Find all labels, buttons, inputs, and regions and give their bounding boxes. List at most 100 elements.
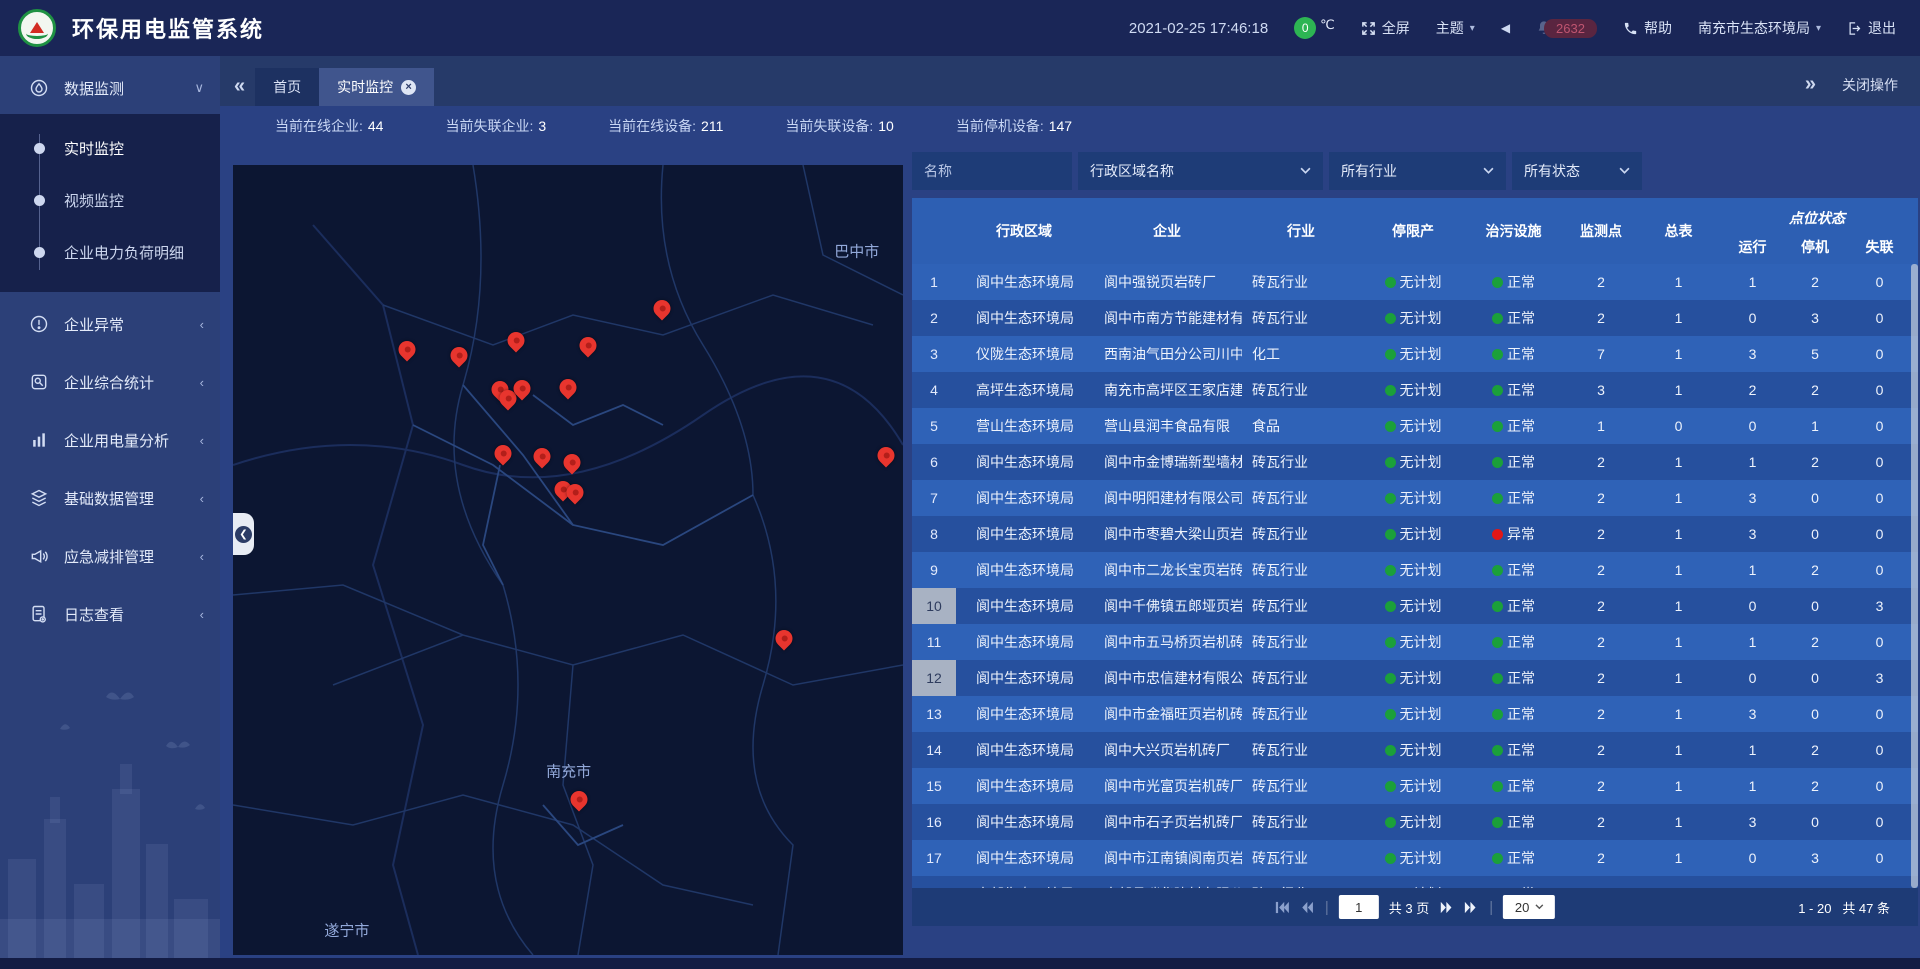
table-row[interactable]: 6阆中生态环境局阆中市金博瑞新型墙材砖瓦行业无计划正常21120 <box>912 444 1918 480</box>
status-dot-icon <box>1385 853 1396 864</box>
cell-rownum: 14 <box>912 732 956 768</box>
table-row[interactable]: 5营山生态环境局营山县润丰食品有限食品无计划正常10010 <box>912 408 1918 444</box>
cell-facility-status: 正常 <box>1466 840 1561 876</box>
cell-region: 阆中生态环境局 <box>956 588 1092 624</box>
sidebar-item-基础数据管理[interactable]: 基础数据管理‹ <box>0 472 220 524</box>
table-row[interactable]: 2阆中生态环境局阆中市南方节能建材有砖瓦行业无计划正常21030 <box>912 300 1918 336</box>
tab-realtime-monitor[interactable]: 实时监控 × <box>319 68 434 106</box>
col-group-point-status: 点位状态 运行 停机 失联 <box>1716 198 1918 264</box>
cell-plan-status: 无计划 <box>1360 732 1466 768</box>
cell-lost-count: 0 <box>1841 804 1918 840</box>
last-page-button[interactable] <box>1464 901 1479 914</box>
tab-home[interactable]: 首页 <box>255 68 319 106</box>
page-size-select[interactable]: 20 <box>1503 895 1555 919</box>
cell-total-meter: 1 <box>1641 300 1716 336</box>
table-row[interactable]: 3仪陇生态环境局西南油气田分公司川中化工无计划正常71350 <box>912 336 1918 372</box>
status-select[interactable]: 所有状态 <box>1512 152 1642 190</box>
sidebar-item-企业异常[interactable]: 企业异常‹ <box>0 298 220 350</box>
table-row[interactable]: 7阆中生态环境局阆中明阳建材有限公司砖瓦行业无计划正常21300 <box>912 480 1918 516</box>
cell-facility-status: 正常 <box>1466 660 1561 696</box>
sidebar-item-企业综合统计[interactable]: 企业综合统计‹ <box>0 356 220 408</box>
cell-run-count: 1 <box>1716 768 1789 804</box>
cell-industry: 砖瓦行业 <box>1242 588 1360 624</box>
map[interactable]: ❮ 巴中市南充市遂宁市 <box>233 165 903 955</box>
table-row[interactable]: 10阆中生态环境局阆中千佛镇五郎垭页岩砖瓦行业无计划正常21003 <box>912 588 1918 624</box>
cell-total-meter: 0 <box>1641 408 1716 444</box>
col-plan: 停限产 <box>1360 198 1466 264</box>
sidebar-item-企业用电量分析[interactable]: 企业用电量分析‹ <box>0 414 220 466</box>
prev-page-button[interactable] <box>1300 901 1315 914</box>
map-collapse-handle[interactable]: ❮ <box>233 513 254 555</box>
range-summary: 1 - 20 共 47 条 <box>1798 898 1890 917</box>
map-city-label: 遂宁市 <box>324 919 369 940</box>
org-menu[interactable]: 南充市生态环境局 ▾ <box>1698 18 1821 38</box>
help-button[interactable]: 帮助 <box>1623 18 1672 38</box>
table-row[interactable]: 11阆中生态环境局阆中市五马桥页岩机砖砖瓦行业无计划正常21120 <box>912 624 1918 660</box>
cell-lost-count: 0 <box>1841 444 1918 480</box>
industry-select[interactable]: 所有行业 <box>1329 152 1506 190</box>
cell-industry: 砖瓦行业 <box>1242 804 1360 840</box>
cell-lost-count: 0 <box>1841 300 1918 336</box>
cell-facility-status: 正常 <box>1466 408 1561 444</box>
table-row[interactable]: 8阆中生态环境局阆中市枣碧大梁山页岩砖瓦行业无计划异常21300 <box>912 516 1918 552</box>
table-row[interactable]: 18南部生态环境局南部县瑞华建材有限公砖瓦行业无计划正常21030 <box>912 876 1918 888</box>
cell-monitor-count: 2 <box>1561 300 1641 336</box>
sidebar-subitem-视频监控[interactable]: 视频监控 <box>0 174 220 226</box>
table-row[interactable]: 15阆中生态环境局阆中市光富页岩机砖厂砖瓦行业无计划正常21120 <box>912 768 1918 804</box>
sidebar-item-数据监测[interactable]: 数据监测∨ <box>0 62 220 114</box>
region-select[interactable]: 行政区域名称 <box>1078 152 1323 190</box>
speaker-icon[interactable]: ◀ <box>1501 21 1510 35</box>
cell-stop-count: 0 <box>1789 660 1841 696</box>
exit-button[interactable]: 退出 <box>1847 18 1896 38</box>
table-row[interactable]: 17阆中生态环境局阆中市江南镇阆南页岩砖瓦行业无计划正常21030 <box>912 840 1918 876</box>
cell-monitor-count: 3 <box>1561 372 1641 408</box>
fullscreen-button[interactable]: 全屏 <box>1361 18 1410 38</box>
sidebar-item-日志查看[interactable]: 日志查看‹ <box>0 588 220 640</box>
cell-lost-count: 3 <box>1841 588 1918 624</box>
region-select-value: 行政区域名称 <box>1090 161 1300 181</box>
cell-stop-count: 0 <box>1789 516 1841 552</box>
close-operations-button[interactable]: 关闭操作 <box>1842 75 1898 95</box>
cell-facility-status: 正常 <box>1466 876 1561 888</box>
cell-industry: 砖瓦行业 <box>1242 624 1360 660</box>
first-page-button[interactable] <box>1275 901 1290 914</box>
table-row[interactable]: 13阆中生态环境局阆中市金福旺页岩机砖砖瓦行业无计划正常21300 <box>912 696 1918 732</box>
sidebar-item-label: 企业用电量分析 <box>64 430 200 451</box>
cell-company: 营山县润丰食品有限 <box>1092 408 1242 444</box>
status-dot-icon <box>1492 601 1503 612</box>
table-scrollbar[interactable] <box>1911 264 1918 888</box>
bar-chart-icon <box>28 430 50 450</box>
status-dot-icon <box>1385 313 1396 324</box>
table-row[interactable]: 1阆中生态环境局阆中强锐页岩砖厂砖瓦行业无计划正常21120 <box>912 264 1918 300</box>
table-row[interactable]: 9阆中生态环境局阆中市二龙长宝页岩砖砖瓦行业无计划正常21120 <box>912 552 1918 588</box>
table-row[interactable]: 14阆中生态环境局阆中大兴页岩机砖厂砖瓦行业无计划正常21120 <box>912 732 1918 768</box>
cell-facility-status: 正常 <box>1466 732 1561 768</box>
table-row[interactable]: 16阆中生态环境局阆中市石子页岩机砖厂砖瓦行业无计划正常21300 <box>912 804 1918 840</box>
cell-stop-count: 0 <box>1789 588 1841 624</box>
cell-region: 阆中生态环境局 <box>956 516 1092 552</box>
theme-menu[interactable]: 主题 ▾ <box>1436 18 1475 38</box>
tabs-scroll-left-icon[interactable]: « <box>220 75 255 106</box>
cell-lost-count: 0 <box>1841 372 1918 408</box>
name-search-input[interactable]: 名称 <box>912 152 1072 190</box>
notifications[interactable]: 2632 <box>1536 19 1597 38</box>
cell-plan-status: 无计划 <box>1360 804 1466 840</box>
sidebar-item-应急减排管理[interactable]: 应急减排管理‹ <box>0 530 220 582</box>
stat-item: 当前在线企业:44 <box>275 116 383 136</box>
table-row[interactable]: 12阆中生态环境局阆中市忠信建材有限公砖瓦行业无计划正常21003 <box>912 660 1918 696</box>
cell-rownum: 10 <box>912 588 956 624</box>
tab-close-icon[interactable]: × <box>401 80 416 95</box>
status-dot-icon <box>1385 421 1396 432</box>
tabs-scroll-right-icon[interactable]: » <box>1805 73 1816 96</box>
current-page-input[interactable]: 1 <box>1339 895 1379 919</box>
sidebar-subitem-实时监控[interactable]: 实时监控 <box>0 122 220 174</box>
next-page-button[interactable] <box>1439 901 1454 914</box>
cell-rownum: 17 <box>912 840 956 876</box>
sidebar-submenu: 实时监控视频监控企业电力负荷明细 <box>0 114 220 292</box>
sidebar-subitem-企业电力负荷明细[interactable]: 企业电力负荷明细 <box>0 226 220 278</box>
table-row[interactable]: 4高坪生态环境局南充市高坪区王家店建砖瓦行业无计划正常31220 <box>912 372 1918 408</box>
cell-plan-status: 无计划 <box>1360 588 1466 624</box>
cell-industry: 砖瓦行业 <box>1242 732 1360 768</box>
table-header: 行政区域 企业 行业 停限产 治污设施 监测点 总表 点位状态 运行 停机 失联 <box>912 198 1918 264</box>
cell-company: 阆中市光富页岩机砖厂 <box>1092 768 1242 804</box>
